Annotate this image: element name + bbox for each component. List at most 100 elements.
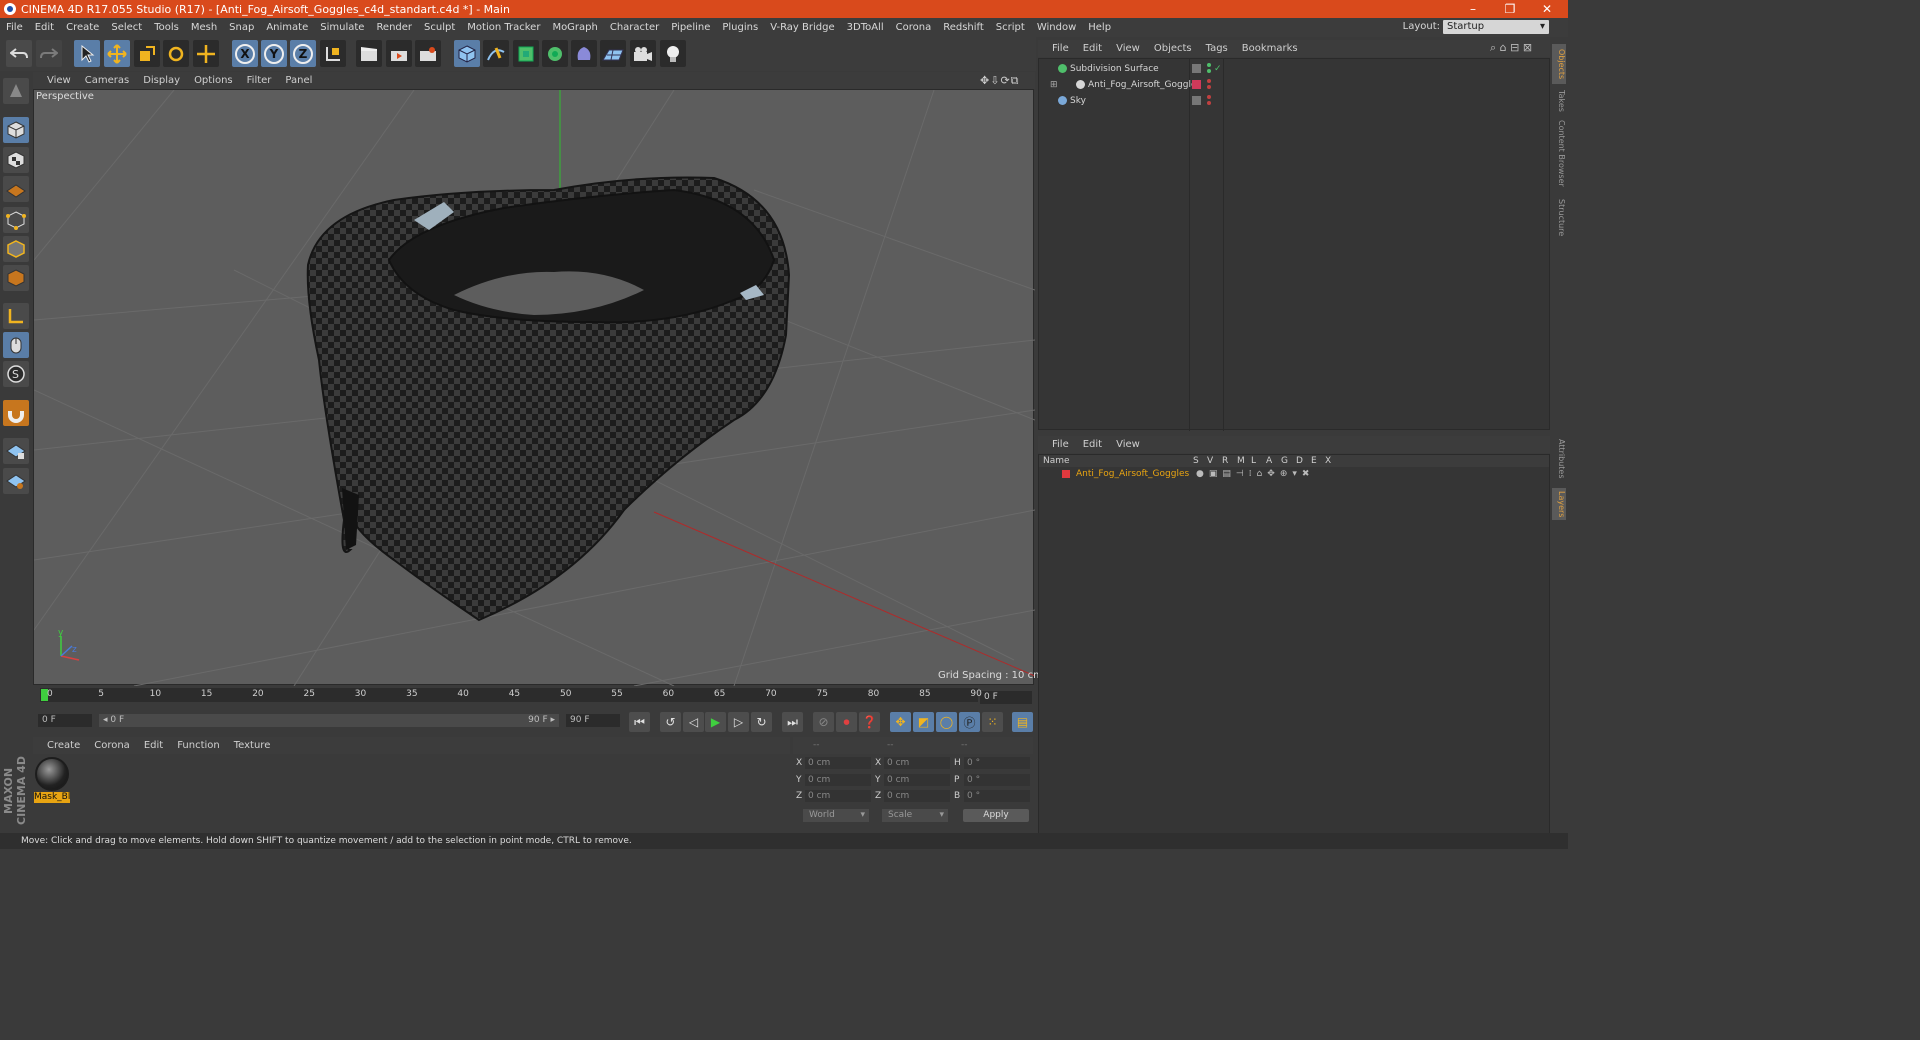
layer-tag-icon[interactable] bbox=[1192, 80, 1201, 89]
key-scale-button[interactable]: ◩ bbox=[913, 712, 934, 732]
recent-tool-button[interactable] bbox=[193, 40, 219, 67]
object-row[interactable]: Subdivision Surface ✓ bbox=[1040, 61, 1548, 76]
minimize-button[interactable]: – bbox=[1456, 0, 1490, 18]
add-spline-button[interactable] bbox=[483, 40, 509, 67]
object-menu-objects[interactable]: Objects bbox=[1154, 43, 1192, 54]
add-light-button[interactable] bbox=[660, 40, 686, 67]
tab-attributes[interactable]: Attributes bbox=[1552, 436, 1566, 482]
layer-row[interactable]: Anti_Fog_Airsoft_Goggles ●▣▤⊣⁞⌂✥⊕▾✖ bbox=[1040, 467, 1548, 480]
render-visibility-dot[interactable] bbox=[1207, 101, 1211, 105]
tab-takes[interactable]: Takes bbox=[1552, 88, 1566, 114]
material-menu-edit[interactable]: Edit bbox=[144, 740, 163, 751]
position-z-field[interactable]: 0 cm bbox=[805, 790, 871, 802]
layer-column-d[interactable]: D bbox=[1296, 456, 1303, 466]
go-to-end-button[interactable]: ⏭ bbox=[782, 712, 803, 732]
add-camera-button[interactable] bbox=[630, 40, 656, 67]
menu-simulate[interactable]: Simulate bbox=[314, 22, 370, 33]
home-icon[interactable]: ⌂ bbox=[1500, 41, 1507, 54]
menu-mesh[interactable]: Mesh bbox=[185, 22, 223, 33]
add-cube-button[interactable] bbox=[454, 40, 480, 67]
tab-layers[interactable]: Layers bbox=[1552, 488, 1566, 520]
y-axis-lock-button[interactable]: Y bbox=[261, 40, 287, 67]
layer-column-s[interactable]: S bbox=[1193, 456, 1199, 466]
layer-column-l[interactable]: L bbox=[1251, 456, 1256, 466]
current-frame-field[interactable]: 0 F bbox=[980, 691, 1032, 704]
next-frame-button[interactable]: ▷ bbox=[728, 712, 749, 732]
render-to-picture-viewer-button[interactable] bbox=[386, 40, 412, 67]
viewport-scene[interactable]: y z bbox=[34, 90, 1035, 686]
material-name-label[interactable]: Mask_Bl bbox=[34, 792, 70, 803]
tag-icon[interactable] bbox=[1192, 64, 1201, 73]
play-button[interactable]: ▶ bbox=[705, 712, 726, 732]
object-name[interactable]: Subdivision Surface bbox=[1070, 64, 1159, 74]
rotation-b-field[interactable]: 0 ° bbox=[964, 790, 1030, 802]
menu-render[interactable]: Render bbox=[370, 22, 418, 33]
layer-menu-view[interactable]: View bbox=[1116, 439, 1140, 450]
polygons-mode-button[interactable] bbox=[3, 265, 29, 291]
material-menu-corona[interactable]: Corona bbox=[94, 740, 130, 751]
tweak-mode-button[interactable] bbox=[3, 332, 29, 358]
key-parameter-button[interactable]: Ⓟ bbox=[959, 712, 980, 732]
add-scene-button[interactable] bbox=[600, 40, 626, 67]
locked-workplane-button[interactable] bbox=[3, 438, 29, 464]
make-editable-button[interactable] bbox=[3, 78, 29, 104]
lock-panel-icon[interactable]: ⊠ bbox=[1523, 41, 1532, 54]
snap-button[interactable]: S bbox=[3, 361, 29, 387]
layer-column-a[interactable]: A bbox=[1266, 456, 1272, 466]
model-mode-button[interactable] bbox=[3, 117, 29, 143]
object-row[interactable]: ⊞ Anti_Fog_Airsoft_Goggles bbox=[1040, 77, 1548, 92]
record-keys-button[interactable]: ⊘ bbox=[813, 712, 834, 732]
object-menu-view[interactable]: View bbox=[1116, 43, 1140, 54]
undo-button[interactable] bbox=[6, 40, 32, 67]
auto-keying-button[interactable]: ⏺ bbox=[836, 712, 857, 732]
tag-icon[interactable] bbox=[1192, 96, 1201, 105]
tab-objects[interactable]: Objects bbox=[1552, 44, 1566, 84]
enable-snap-button[interactable] bbox=[3, 400, 29, 426]
menu-edit[interactable]: Edit bbox=[29, 22, 60, 33]
object-menu-edit[interactable]: Edit bbox=[1083, 43, 1102, 54]
axis-mode-button[interactable] bbox=[3, 303, 29, 329]
orbit-icon[interactable]: ⟳ bbox=[1000, 74, 1010, 87]
rotation-p-field[interactable]: 0 ° bbox=[964, 773, 1030, 786]
points-mode-button[interactable] bbox=[3, 207, 29, 233]
texture-mode-button[interactable] bbox=[3, 147, 29, 173]
layer-column-x[interactable]: X bbox=[1325, 456, 1331, 466]
key-pla-button[interactable]: ⁙ bbox=[982, 712, 1003, 732]
menu-select[interactable]: Select bbox=[105, 22, 148, 33]
workplane-mode-button[interactable] bbox=[3, 176, 29, 202]
add-nurbs-button[interactable] bbox=[513, 40, 539, 67]
layer-menu-file[interactable]: File bbox=[1052, 439, 1069, 450]
apply-button[interactable]: Apply bbox=[963, 809, 1029, 822]
redo-button[interactable] bbox=[36, 40, 62, 67]
planar-workplane-button[interactable] bbox=[3, 468, 29, 494]
move-tool-button[interactable] bbox=[104, 40, 130, 67]
rotate-tool-button[interactable] bbox=[163, 40, 189, 67]
editor-visibility-dot[interactable] bbox=[1207, 95, 1211, 99]
edges-mode-button[interactable] bbox=[3, 236, 29, 262]
enabled-check-icon[interactable]: ✓ bbox=[1214, 64, 1222, 74]
layout-select[interactable]: Startup ▾ bbox=[1443, 20, 1549, 34]
pan-icon[interactable]: ✥ bbox=[980, 74, 990, 87]
new-view-icon[interactable]: ⊟ bbox=[1510, 41, 1519, 54]
maximize-button[interactable]: ❐ bbox=[1493, 0, 1527, 18]
z-axis-lock-button[interactable]: Z bbox=[290, 40, 316, 67]
layer-column-r[interactable]: R bbox=[1222, 456, 1228, 466]
menu-redshift[interactable]: Redshift bbox=[937, 22, 990, 33]
menu-mograph[interactable]: MoGraph bbox=[546, 22, 603, 33]
material-menu-create[interactable]: Create bbox=[47, 740, 80, 751]
x-axis-lock-button[interactable]: X bbox=[232, 40, 258, 67]
rotation-h-field[interactable]: 0 ° bbox=[964, 757, 1030, 769]
layer-toggle-icons[interactable]: ●▣▤⊣⁞⌂✥⊕▾✖ bbox=[1196, 469, 1314, 479]
size-x-field[interactable]: 0 cm bbox=[884, 757, 950, 769]
object-name[interactable]: Sky bbox=[1070, 96, 1086, 106]
menu-script[interactable]: Script bbox=[990, 22, 1031, 33]
menu-v-ray-bridge[interactable]: V-Ray Bridge bbox=[764, 22, 840, 33]
tab-content-browser[interactable]: Content Browser bbox=[1552, 118, 1566, 188]
editor-visibility-dot[interactable] bbox=[1207, 63, 1211, 67]
menu-tools[interactable]: Tools bbox=[148, 22, 185, 33]
render-view-button[interactable] bbox=[356, 40, 382, 67]
menu-snap[interactable]: Snap bbox=[223, 22, 260, 33]
key-position-button[interactable]: ✥ bbox=[890, 712, 911, 732]
next-key-button[interactable]: ↻ bbox=[751, 712, 772, 732]
material-preview-ball[interactable] bbox=[35, 757, 69, 791]
